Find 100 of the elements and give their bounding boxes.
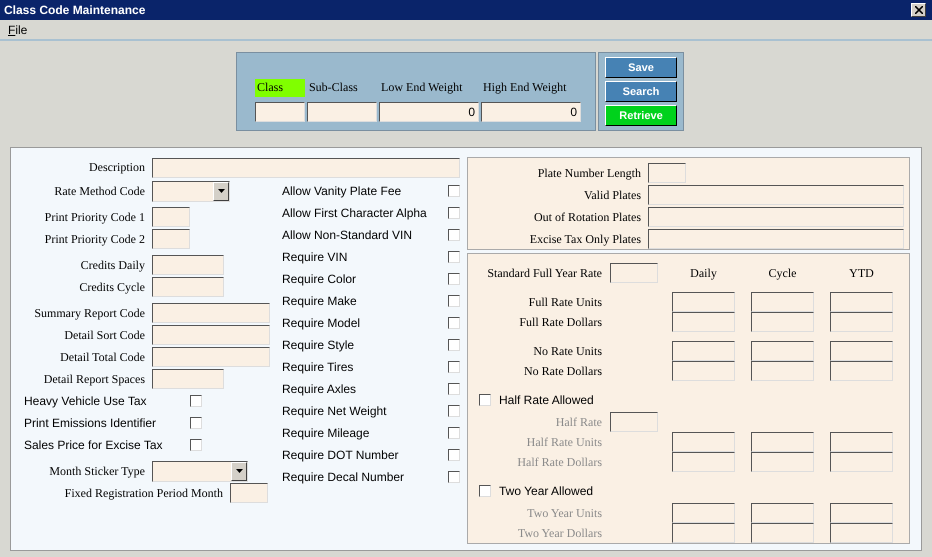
checkbox[interactable] (448, 251, 460, 263)
input-field[interactable] (672, 523, 735, 543)
checkbox-label: Require Make (282, 294, 357, 308)
field-label: Credits Daily (80, 258, 145, 272)
checkbox-label: Allow Vanity Plate Fee (282, 184, 402, 198)
field-label: Standard Full Year Rate (487, 266, 602, 280)
input-field[interactable] (648, 163, 686, 183)
checkbox-label: Require Tires (282, 360, 354, 374)
save-button[interactable]: Save (605, 57, 677, 78)
field-label: No Rate Dollars (524, 364, 602, 378)
input-field[interactable] (152, 255, 224, 275)
field-label: Two Year Units (527, 506, 602, 520)
input-field[interactable] (152, 325, 270, 345)
checkbox[interactable] (479, 394, 491, 406)
input-field[interactable] (152, 369, 224, 389)
checkbox[interactable] (448, 339, 460, 351)
input-field[interactable] (648, 229, 904, 249)
checkbox[interactable] (190, 439, 202, 451)
field-label: Valid Plates (583, 188, 641, 202)
checkbox-label: Require Decal Number (282, 470, 404, 484)
field-label: Credits Cycle (78, 280, 145, 294)
input-field[interactable] (152, 207, 190, 227)
field-label: Half Rate Dollars (517, 454, 602, 470)
input-field[interactable] (830, 523, 893, 543)
search-button[interactable]: Search (605, 81, 677, 102)
input-field[interactable] (751, 452, 814, 472)
field-label: Detail Report Spaces (42, 372, 145, 386)
field-label: Print Priority Code 2 (44, 232, 145, 246)
checkbox[interactable] (448, 273, 460, 285)
input-field[interactable] (751, 523, 814, 543)
checkbox[interactable] (448, 405, 460, 417)
input-field[interactable] (751, 341, 814, 361)
input-field[interactable] (152, 229, 190, 249)
checkbox[interactable] (190, 395, 202, 407)
input-field[interactable] (672, 452, 735, 472)
checkbox[interactable] (448, 361, 460, 373)
input-field[interactable] (672, 503, 735, 523)
checkbox-label: Require Net Weight (282, 404, 386, 418)
dropdown-field[interactable] (152, 460, 248, 482)
checkbox-label: Half Rate Allowed (499, 393, 594, 407)
field-label: No Rate Units (533, 344, 602, 358)
checkbox-label: Require VIN (282, 250, 348, 264)
input-field[interactable] (672, 341, 735, 361)
checkbox-label: Require Axles (282, 382, 356, 396)
field-label: Full Rate Dollars (519, 314, 602, 330)
input-field[interactable]: 0 (481, 102, 581, 122)
field-label: Print Priority Code 1 (44, 210, 145, 224)
input-field[interactable] (751, 503, 814, 523)
field-label: High End Weight (482, 79, 568, 96)
input-field[interactable] (830, 452, 893, 472)
input-field[interactable] (152, 277, 224, 297)
field-label: Out of Rotation Plates (533, 210, 641, 224)
input-field[interactable] (830, 312, 893, 332)
input-field[interactable] (751, 432, 814, 452)
field-label: Rate Method Code (53, 184, 145, 198)
checkbox[interactable] (448, 295, 460, 307)
dropdown-field[interactable] (152, 180, 230, 202)
input-field[interactable] (830, 292, 893, 312)
input-field[interactable] (751, 361, 814, 381)
field-label: Description (88, 160, 145, 175)
input-field[interactable] (672, 432, 735, 452)
input-field[interactable] (610, 263, 658, 283)
input-field[interactable] (672, 312, 735, 332)
checkbox[interactable] (448, 229, 460, 241)
input-field[interactable] (648, 207, 904, 227)
input-field[interactable]: 0 (379, 102, 479, 122)
field-label: Month Sticker Type (48, 464, 145, 478)
input-field[interactable] (152, 303, 270, 323)
checkbox[interactable] (448, 207, 460, 219)
input-field[interactable] (830, 341, 893, 361)
input-field[interactable] (152, 158, 460, 178)
input-field[interactable] (751, 312, 814, 332)
field-label: Excise Tax Only Plates (528, 232, 641, 246)
field-label: Detail Sort Code (63, 328, 145, 342)
checkbox-label: Require Mileage (282, 426, 370, 440)
input-field[interactable] (830, 503, 893, 523)
input-field[interactable] (830, 432, 893, 452)
checkbox-label: Allow Non-Standard VIN (282, 228, 412, 242)
input-field[interactable] (610, 412, 658, 432)
checkbox[interactable] (448, 317, 460, 329)
checkbox[interactable] (190, 417, 202, 429)
close-button[interactable] (911, 3, 926, 17)
checkbox[interactable] (448, 449, 460, 461)
field-label: Plate Number Length (536, 166, 641, 180)
input-field[interactable] (648, 185, 904, 205)
input-field[interactable] (830, 361, 893, 381)
field-label: Sub-Class (308, 79, 359, 96)
input-field[interactable] (672, 361, 735, 381)
input-field[interactable] (255, 102, 305, 122)
checkbox[interactable] (479, 485, 491, 497)
checkbox[interactable] (448, 427, 460, 439)
input-field[interactable] (672, 292, 735, 312)
input-field[interactable] (751, 292, 814, 312)
input-field[interactable] (307, 102, 377, 122)
input-field[interactable] (152, 347, 270, 367)
checkbox[interactable] (448, 185, 460, 197)
checkbox[interactable] (448, 471, 460, 483)
checkbox[interactable] (448, 383, 460, 395)
menu-item[interactable]: File (8, 22, 28, 36)
input-field[interactable] (230, 483, 268, 503)
